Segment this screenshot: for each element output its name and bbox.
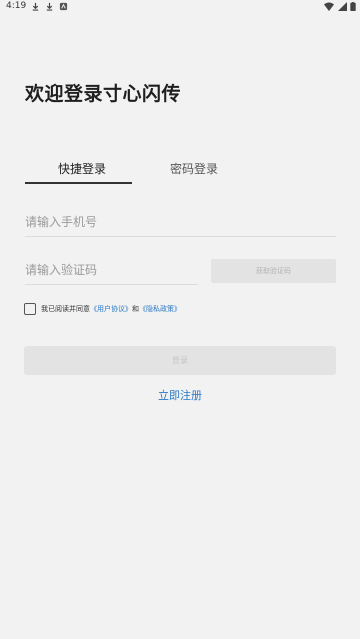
page-title: 欢迎登录寸心闪传 — [25, 83, 182, 105]
signal-icon — [338, 2, 347, 11]
get-code-button[interactable]: 获取验证码 — [211, 259, 336, 283]
register-link[interactable]: 立即注册 — [0, 387, 360, 403]
download-icon — [32, 2, 39, 11]
phone-input-divider — [25, 236, 336, 237]
status-bar: 4:19 — [0, 0, 360, 14]
login-screen: 4:19 欢迎登录寸心闪传 快捷登录 密码登录 获取验证码 — [0, 0, 360, 639]
login-button[interactable]: 登录 — [24, 346, 336, 375]
tab-password-login[interactable]: 密码登录 — [170, 160, 218, 177]
phone-number-input[interactable] — [25, 210, 336, 234]
agreement-text: 我已阅读并同意《用户协议》和《隐私政策》 — [41, 304, 181, 314]
privacy-policy-link[interactable]: 《隐私政策》 — [139, 305, 181, 313]
code-input-divider — [25, 284, 198, 285]
status-time: 4:19 — [6, 1, 27, 11]
agreement-prefix: 我已阅读并同意 — [41, 305, 90, 313]
agreement-checkbox[interactable] — [24, 303, 36, 315]
agreement-conjunction: 和 — [132, 305, 139, 313]
user-agreement-link[interactable]: 《用户协议》 — [90, 305, 132, 313]
active-tab-indicator — [25, 182, 132, 184]
tab-quick-login[interactable]: 快捷登录 — [58, 160, 106, 177]
download-icon — [46, 2, 53, 11]
battery-icon — [350, 2, 356, 11]
wifi-icon — [324, 2, 334, 11]
app-notification-icon — [59, 2, 68, 11]
verification-code-input[interactable] — [25, 258, 198, 282]
